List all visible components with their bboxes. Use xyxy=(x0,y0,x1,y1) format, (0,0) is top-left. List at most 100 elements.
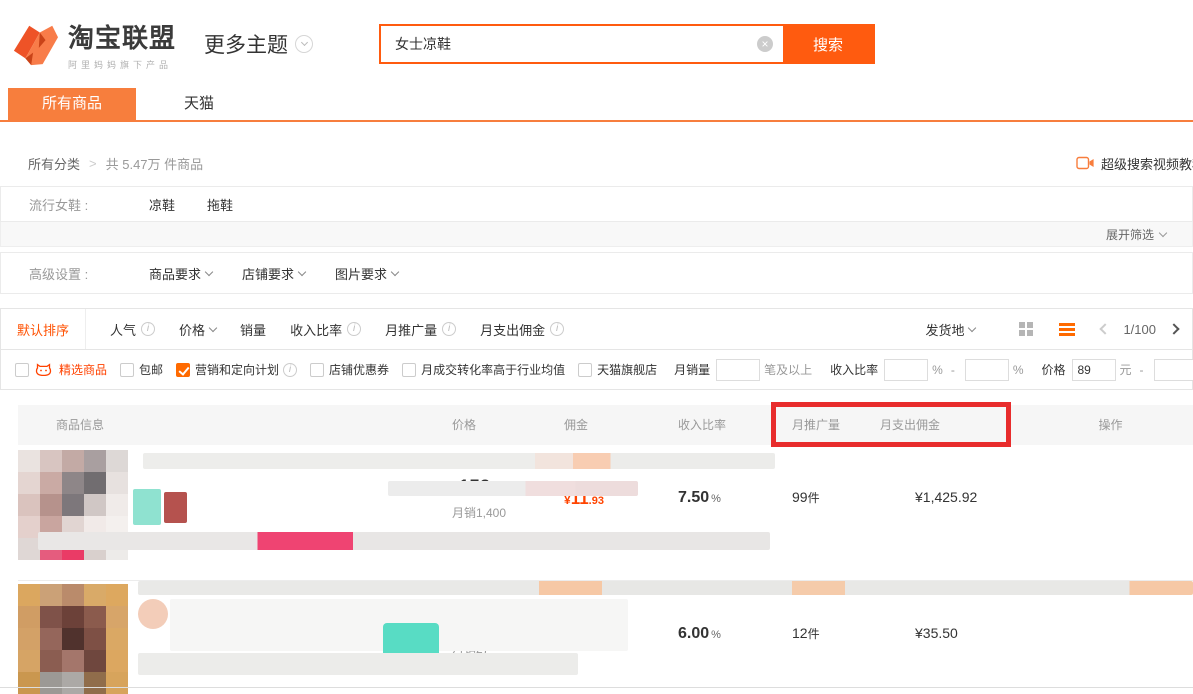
sort-bar-right: 发货地 1/100 xyxy=(925,320,1192,339)
sort-sales[interactable]: 销量 xyxy=(240,320,266,339)
breadcrumb-separator: > xyxy=(89,156,97,171)
info-icon[interactable] xyxy=(442,322,456,336)
checkbox-shop-coupon[interactable]: 店铺优惠券 xyxy=(310,361,389,378)
checkbox[interactable] xyxy=(15,363,29,377)
next-page-icon[interactable] xyxy=(1168,323,1179,334)
checkbox-free-shipping[interactable]: 包邮 xyxy=(120,361,163,378)
income-ratio-cell: 6.00% xyxy=(654,581,764,694)
checkbox[interactable] xyxy=(120,363,134,377)
sort-monthly-payout[interactable]: 月支出佣金 xyxy=(480,320,564,339)
chevron-down-circle-icon xyxy=(295,35,313,53)
checkbox-checked[interactable] xyxy=(176,363,190,377)
chevron-down-icon xyxy=(968,323,976,331)
monthly-sales-input[interactable] xyxy=(716,359,760,381)
price-min-input[interactable] xyxy=(1072,359,1116,381)
redacted-text-block xyxy=(138,653,578,675)
pagination: 1/100 xyxy=(1101,322,1178,337)
redacted-text-block xyxy=(133,489,161,525)
sort-popularity[interactable]: 人气 xyxy=(110,320,155,339)
checkbox-conversion-above-average[interactable]: 月成交转化率高于行业均值 xyxy=(402,361,565,378)
logo-mark-icon xyxy=(10,21,60,67)
page: 淘宝联盟 阿里妈妈旗下产品 更多主题 搜索 所有商品 天猫 所有分类 > 共 5… xyxy=(0,0,1193,694)
popular-filter-label: 流行女鞋 : xyxy=(29,195,149,214)
checkbox-label: 营销和定向计划 xyxy=(195,361,279,378)
sort-label: 月推广量 xyxy=(385,320,437,339)
col-product-info: 商品信息 xyxy=(18,405,438,445)
checkbox[interactable] xyxy=(402,363,416,377)
logo-text: 淘宝联盟 阿里妈妈旗下产品 xyxy=(68,18,176,71)
dropdown-image-requirements[interactable]: 图片要求 xyxy=(335,264,398,283)
sort-income-ratio[interactable]: 收入比率 xyxy=(290,320,361,339)
checkbox[interactable] xyxy=(310,363,324,377)
tab-all-products[interactable]: 所有商品 xyxy=(8,88,136,120)
info-icon[interactable] xyxy=(347,322,361,336)
product-image[interactable] xyxy=(18,584,128,694)
search-input[interactable] xyxy=(381,26,783,62)
checkbox-label: 店铺优惠券 xyxy=(329,361,389,378)
ship-from-dropdown[interactable]: 发货地 xyxy=(925,320,975,339)
quick-filter-bar: 精选商品 包邮 营销和定向计划 店铺优惠券 月成交转化率高于行业均值 天猫旗舰店… xyxy=(0,350,1193,390)
sort-label: 收入比率 xyxy=(290,320,342,339)
product-info-redacted[interactable] xyxy=(18,445,438,580)
price-range-label: 价格 xyxy=(1041,361,1065,378)
checkbox-label: 月成交转化率高于行业均值 xyxy=(421,361,565,378)
info-icon[interactable] xyxy=(550,322,564,336)
expand-filters-label: 展开筛选 xyxy=(1106,226,1154,243)
checkbox-label: 精选商品 xyxy=(59,361,107,378)
chevron-down-icon xyxy=(209,323,217,331)
table-header: 商品信息 价格 佣金 收入比率 月推广量 月支出佣金 操作 xyxy=(18,405,1193,445)
sort-default[interactable]: 默认排序 xyxy=(1,309,86,349)
income-ratio-min-input[interactable] xyxy=(884,359,928,381)
grid-view-icon[interactable] xyxy=(1019,322,1033,336)
list-view-icon[interactable] xyxy=(1059,323,1075,336)
percent-unit: % xyxy=(1013,363,1024,377)
redacted-text-block xyxy=(164,492,187,523)
ship-from-label: 发货地 xyxy=(925,320,964,339)
video-tutorial-label: 超级搜索视频教程 xyxy=(1101,154,1193,173)
income-ratio-label: 收入比率 xyxy=(830,361,878,378)
video-tutorial-link[interactable]: 超级搜索视频教程 xyxy=(1076,154,1193,173)
col-price: 价格 xyxy=(438,405,550,445)
info-icon[interactable] xyxy=(141,322,155,336)
tab-tmall[interactable]: 天猫 xyxy=(150,88,248,120)
monthly-promo-cell: 12件 xyxy=(764,581,868,694)
dropdown-product-requirements[interactable]: 商品要求 xyxy=(149,264,212,283)
table-row: ¥159.00 月销1,400 ¥11.93 7.50% 99件 ¥1,425.… xyxy=(18,445,1193,580)
expand-filters-toggle[interactable]: 展开筛选 xyxy=(0,222,1193,247)
income-ratio-max-input[interactable] xyxy=(965,359,1009,381)
sort-monthly-promo[interactable]: 月推广量 xyxy=(385,320,456,339)
dropdown-shop-requirements[interactable]: 店铺要求 xyxy=(242,264,305,283)
product-info-redacted[interactable] xyxy=(18,581,438,694)
checkbox[interactable] xyxy=(578,363,592,377)
sort-price[interactable]: 价格 xyxy=(179,320,216,339)
sort-label: 人气 xyxy=(110,320,136,339)
prev-page-icon[interactable] xyxy=(1100,323,1111,334)
advanced-settings-row: 高级设置 : 商品要求 店铺要求 图片要求 xyxy=(0,252,1193,294)
breadcrumb-category[interactable]: 所有分类 xyxy=(28,154,80,173)
monthly-sales: 月销1,400 xyxy=(452,504,550,521)
table-row: ¥100.00 月销27 ¥6.00 6.00% 12件 ¥35.50 xyxy=(18,580,1193,694)
filter-option-sandals[interactable]: 凉鞋 xyxy=(149,195,175,214)
info-icon[interactable] xyxy=(283,363,297,377)
more-topics-menu[interactable]: 更多主题 xyxy=(204,29,313,59)
checkbox-marketing-plan[interactable]: 营销和定向计划 xyxy=(176,361,297,378)
chevron-down-icon xyxy=(298,267,306,275)
sort-label: 价格 xyxy=(179,320,205,339)
annotation-highlight-box xyxy=(771,402,1011,447)
redacted-text-block xyxy=(138,599,168,629)
bottom-divider xyxy=(0,687,1193,688)
filter-option-slippers[interactable]: 拖鞋 xyxy=(207,195,233,214)
price-max-input[interactable] xyxy=(1154,359,1193,381)
monthly-sales-label: 月销量 xyxy=(674,361,710,378)
checkbox-tmall-flagship[interactable]: 天猫旗舰店 xyxy=(578,361,657,378)
search-button[interactable]: 搜索 xyxy=(783,26,873,62)
checkbox-label: 天猫旗舰店 xyxy=(597,361,657,378)
monthly-promo-cell: 99件 xyxy=(764,445,868,580)
range-dash: - xyxy=(951,363,955,377)
taobao-union-logo[interactable]: 淘宝联盟 阿里妈妈旗下产品 xyxy=(10,18,176,71)
monthly-payout-cell: ¥1,425.92 xyxy=(868,445,1028,580)
video-camera-icon xyxy=(1076,156,1095,170)
dropdown-label: 店铺要求 xyxy=(242,264,294,283)
tmall-cat-icon xyxy=(35,363,52,377)
checkbox-featured-products[interactable]: 精选商品 xyxy=(15,361,107,378)
